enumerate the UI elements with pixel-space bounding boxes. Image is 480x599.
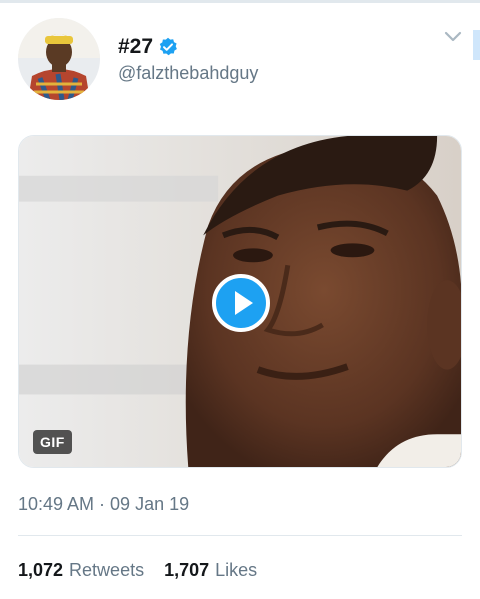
scroll-edge-indicator xyxy=(473,30,480,60)
top-divider xyxy=(0,0,480,3)
likes-label: Likes xyxy=(215,560,258,580)
user-handle[interactable]: @falzthebahdguy xyxy=(118,63,258,84)
play-icon[interactable] xyxy=(211,273,271,333)
gif-media[interactable]: GIF xyxy=(18,135,462,468)
retweets-label: Retweets xyxy=(69,560,145,580)
chevron-down-icon[interactable] xyxy=(444,30,462,42)
retweets-stat[interactable]: 1,072 Retweets xyxy=(18,560,144,581)
gif-badge: GIF xyxy=(33,430,72,454)
avatar[interactable] xyxy=(18,18,100,100)
likes-count: 1,707 xyxy=(164,560,210,580)
stats-divider xyxy=(18,535,462,536)
verified-badge-icon xyxy=(158,37,178,57)
retweets-count: 1,072 xyxy=(18,560,64,580)
tweet-stats: 1,072 Retweets 1,707 Likes xyxy=(18,560,277,581)
tweet-timestamp[interactable]: 10:49 AM · 09 Jan 19 xyxy=(18,494,189,515)
name-row: #27 xyxy=(118,35,178,59)
likes-stat[interactable]: 1,707 Likes xyxy=(164,560,257,581)
display-name[interactable]: #27 xyxy=(118,35,153,59)
tweet-header: #27 @falzthebahdguy xyxy=(18,18,462,100)
